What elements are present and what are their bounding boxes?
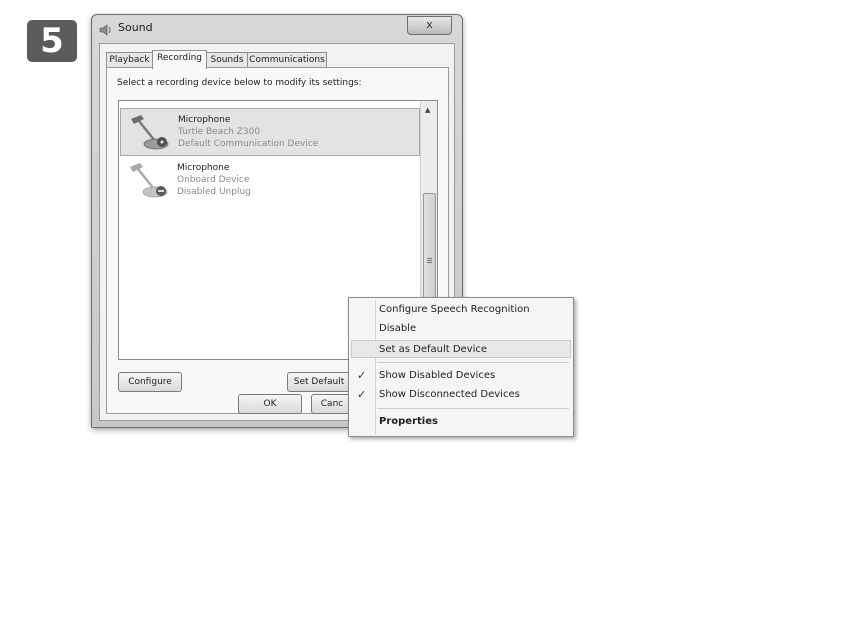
grip-icon (427, 258, 432, 259)
title-bar[interactable]: Sound x (92, 15, 462, 41)
checkmark-icon: ✓ (357, 388, 367, 401)
checkmark-icon: ✓ (357, 369, 367, 382)
menu-item-disable[interactable]: Disable (351, 320, 571, 338)
ok-button[interactable]: OK (238, 394, 302, 414)
set-default-button[interactable]: Set Default (287, 372, 351, 392)
microphone-icon (127, 113, 169, 151)
microphone-disabled-icon (126, 161, 168, 199)
tab-playback[interactable]: Playback (106, 52, 153, 68)
close-icon: x (426, 18, 433, 31)
menu-item-configure-speech[interactable]: Configure Speech Recognition (351, 301, 571, 319)
device-status: Default Communication Device (178, 139, 319, 149)
menu-separator (377, 408, 569, 409)
cancel-button[interactable]: Canc (311, 394, 353, 414)
device-name: Microphone (178, 115, 231, 125)
menu-separator (377, 362, 569, 363)
device-model: Turtle Beach Z300 (178, 127, 261, 137)
menu-item-show-disabled[interactable]: ✓ Show Disabled Devices (351, 367, 571, 385)
device-context-menu: Configure Speech Recognition Disable Set… (348, 297, 574, 437)
speaker-icon (99, 21, 113, 36)
device-model: Onboard Device (177, 175, 250, 185)
instructions-text: Select a recording device below to modif… (117, 78, 362, 88)
device-name: Microphone (177, 163, 230, 173)
menu-item-show-disconnected[interactable]: ✓ Show Disconnected Devices (351, 386, 571, 404)
scroll-up-arrow-icon[interactable]: ▲ (425, 106, 430, 114)
device-item-onboard[interactable]: Microphone Onboard Device Disabled Unplu… (120, 157, 418, 203)
close-button[interactable]: x (407, 16, 452, 35)
menu-item-set-default[interactable]: Set as Default Device (351, 340, 571, 358)
step-number-badge: 5 (27, 20, 77, 62)
tab-communications[interactable]: Communications (247, 52, 327, 68)
tab-sounds[interactable]: Sounds (206, 52, 248, 68)
window-title: Sound (118, 21, 153, 34)
tab-recording[interactable]: Recording (152, 50, 207, 69)
configure-button[interactable]: Configure (118, 372, 182, 392)
device-item-turtle-beach[interactable]: Microphone Turtle Beach Z300 Default Com… (120, 108, 420, 156)
menu-item-properties[interactable]: Properties (351, 413, 571, 431)
device-status: Disabled Unplug (177, 187, 251, 197)
